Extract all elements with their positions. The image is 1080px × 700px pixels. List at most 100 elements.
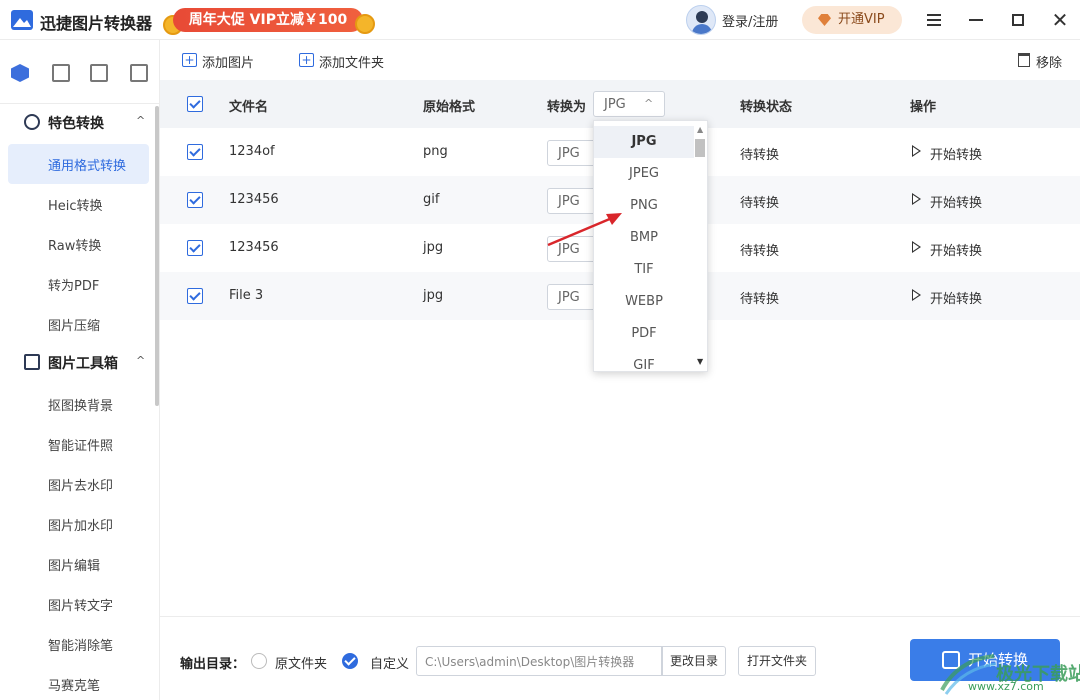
- status-text: 待转换: [740, 148, 780, 163]
- sidebar-item-ocr[interactable]: 图片转文字: [8, 584, 149, 624]
- sidebar-item-id-photo[interactable]: 智能证件照: [8, 424, 149, 464]
- sidebar-item-eraser[interactable]: 智能消除笔: [8, 624, 149, 664]
- sidebar-item-label: 通用格式转换: [48, 159, 127, 174]
- row-format-value: JPG: [558, 290, 580, 305]
- trash-icon: [1018, 53, 1030, 67]
- output-dir-label: 输出目录：: [180, 657, 246, 672]
- maximize-button[interactable]: [1006, 8, 1030, 32]
- play-icon[interactable]: [912, 193, 921, 205]
- annotation-arrow-icon: [547, 213, 622, 247]
- dropdown-scrollbar[interactable]: [695, 139, 705, 157]
- sidebar-item-remove-watermark[interactable]: 图片去水印: [8, 464, 149, 504]
- exchange-icon: [24, 114, 40, 130]
- vip-button[interactable]: 开通VIP: [802, 6, 902, 34]
- change-dir-button[interactable]: 更改目录: [662, 646, 726, 676]
- toolbar: + 添加图片 + 添加文件夹 移除: [160, 40, 1080, 80]
- original-format: gif: [423, 192, 440, 207]
- close-icon: ✕: [1051, 8, 1069, 32]
- app-logo-icon: [11, 10, 33, 30]
- toolbox-tab-icon[interactable]: [52, 64, 70, 82]
- sidebar-item-add-watermark[interactable]: 图片加水印: [8, 504, 149, 544]
- row-checkbox[interactable]: [187, 288, 203, 304]
- scroll-up-icon[interactable]: ▲: [697, 125, 703, 134]
- add-folder-label: 添加文件夹: [319, 56, 385, 71]
- coin-icon: [355, 14, 375, 34]
- check-tab-icon[interactable]: [130, 64, 148, 82]
- sidebar-item-cutout[interactable]: 抠图换背景: [8, 384, 149, 424]
- promo-text: 周年大促 VIP立减￥100: [173, 8, 363, 32]
- diamond-icon: [818, 14, 831, 26]
- select-all-checkbox[interactable]: [187, 96, 203, 112]
- add-image-button[interactable]: + 添加图片: [182, 52, 254, 71]
- open-folder-button[interactable]: 打开文件夹: [738, 646, 816, 676]
- file-name: 123456: [229, 192, 279, 207]
- radio-custom-folder[interactable]: [342, 653, 358, 669]
- original-format: jpg: [423, 240, 444, 255]
- row-checkbox[interactable]: [187, 192, 203, 208]
- watermark-url: www.xz7.com: [968, 680, 1044, 693]
- close-button[interactable]: ✕: [1048, 8, 1072, 32]
- sidebar-item-label: 智能证件照: [48, 439, 114, 454]
- sidebar-scrollbar[interactable]: [155, 106, 159, 406]
- radio-original-folder[interactable]: [251, 653, 267, 669]
- original-format: png: [423, 144, 448, 159]
- promo-banner[interactable]: 周年大促 VIP立减￥100: [163, 7, 375, 35]
- header-original-format: 原始格式: [423, 100, 476, 115]
- start-convert-link[interactable]: 开始转换: [930, 192, 982, 211]
- sidebar-item-label: 图片转文字: [48, 599, 114, 614]
- sidebar-item-general-convert[interactable]: 通用格式转换: [8, 144, 149, 184]
- sidebar-item-label: 图片加水印: [48, 519, 114, 534]
- section-toolbox[interactable]: 图片工具箱 ^: [0, 344, 156, 380]
- file-name: 1234of: [229, 144, 275, 159]
- menu-button[interactable]: [922, 8, 946, 32]
- format-option-pdf[interactable]: PDF: [594, 318, 694, 350]
- play-icon[interactable]: [912, 145, 921, 157]
- sidebar-item-label: 图片去水印: [48, 479, 114, 494]
- start-convert-link[interactable]: 开始转换: [930, 144, 982, 163]
- radio-custom-label[interactable]: 自定义: [370, 653, 409, 672]
- sidebar-item-raw[interactable]: Raw转换: [8, 224, 149, 264]
- start-convert-link[interactable]: 开始转换: [930, 288, 982, 307]
- sidebar-item-label: 图片压缩: [48, 319, 101, 334]
- minimize-button[interactable]: [964, 8, 988, 32]
- convert-tab-icon[interactable]: [11, 64, 29, 82]
- sidebar-item-label: Heic转换: [48, 199, 103, 214]
- title-bar: 迅捷图片转换器 周年大促 VIP立减￥100 登录/注册 开通VIP ✕: [0, 0, 1080, 40]
- play-icon[interactable]: [912, 241, 921, 253]
- sidebar-item-compress[interactable]: 图片压缩: [8, 304, 149, 344]
- status-text: 待转换: [740, 292, 780, 307]
- play-icon[interactable]: [912, 289, 921, 301]
- row-checkbox[interactable]: [187, 144, 203, 160]
- output-path-input[interactable]: [416, 646, 662, 676]
- sidebar-item-label: 抠图换背景: [48, 399, 114, 414]
- sidebar-item-to-pdf[interactable]: 转为PDF: [8, 264, 149, 304]
- original-format: jpg: [423, 288, 444, 303]
- image-tab-icon[interactable]: [90, 64, 108, 82]
- sidebar-tabs: [0, 40, 160, 104]
- start-convert-link[interactable]: 开始转换: [930, 240, 982, 259]
- format-option-gif[interactable]: GIF: [594, 350, 694, 371]
- row-checkbox[interactable]: [187, 240, 203, 256]
- toolbox-icon: [24, 354, 40, 370]
- format-option-jpg[interactable]: JPG: [594, 126, 694, 158]
- login-button[interactable]: 登录/注册: [686, 5, 786, 35]
- remove-label: 移除: [1036, 56, 1063, 71]
- format-option-jpeg[interactable]: JPEG: [594, 158, 694, 190]
- format-option-webp[interactable]: WEBP: [594, 286, 694, 318]
- sidebar-item-edit[interactable]: 图片编辑: [8, 544, 149, 584]
- format-option-tif[interactable]: TIF: [594, 254, 694, 286]
- remove-button[interactable]: 移除: [1016, 52, 1062, 71]
- radio-original-label[interactable]: 原文件夹: [275, 653, 327, 672]
- add-folder-button[interactable]: + 添加文件夹: [299, 52, 384, 71]
- global-format-select[interactable]: JPG ^: [593, 91, 665, 117]
- sidebar-item-label: Raw转换: [48, 239, 102, 254]
- maximize-icon: [1012, 14, 1024, 26]
- sidebar-item-label: 图片编辑: [48, 559, 101, 574]
- sidebar-item-heic[interactable]: Heic转换: [8, 184, 149, 224]
- scroll-down-icon[interactable]: ▼: [697, 357, 703, 366]
- chevron-up-icon: ^: [136, 354, 146, 367]
- section-special-convert[interactable]: 特色转换 ^: [0, 104, 156, 140]
- section-title: 特色转换: [48, 116, 104, 132]
- sidebar-item-mosaic[interactable]: 马赛克笔: [8, 664, 149, 700]
- sidebar-item-label: 智能消除笔: [48, 639, 114, 654]
